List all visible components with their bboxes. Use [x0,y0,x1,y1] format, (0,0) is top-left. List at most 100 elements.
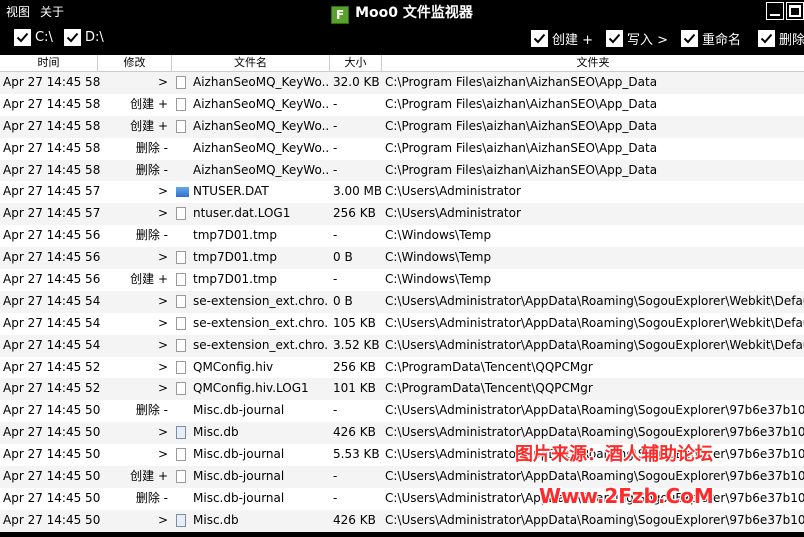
row-time: Apr 27 14:45 58 [3,140,101,155]
checkbox-check-icon[interactable] [606,30,623,47]
row-filename: AizhanSeoMQ_KeyWo... [193,140,328,155]
row-path: C:\Users\Administrator\AppData\Roaming\S… [385,315,804,330]
file-icon [176,448,186,462]
file-icon [176,382,186,396]
row-size: 105 KB [333,315,376,330]
row-path: C:\Windows\Temp [385,228,492,243]
row-filename: Misc.db-journal [193,490,285,505]
filter-create-checkbox[interactable]: 创建 + [531,29,593,48]
file-icon [176,76,186,89]
row-time: Apr 27 14:45 58 [3,96,101,111]
row-filename: se-extension_ext.chro... [193,337,328,352]
row-modify: > [157,184,168,199]
table-row[interactable]: Apr 27 14:45 58 删除 - AizhanSeoMQ_KeyWo... -… [0,137,804,160]
row-icon-cell [176,181,190,203]
row-time: Apr 27 14:45 56 [3,272,101,287]
checkbox-check-icon[interactable] [64,29,81,46]
row-path: C:\Windows\Temp [385,272,492,287]
filter-delete-label: 删除 [779,33,804,48]
filter-delete-checkbox[interactable]: 删除 [758,29,804,48]
row-path: C:\ProgramData\Tencent\QQPCMgr [385,381,593,396]
row-time: Apr 27 14:45 50 [3,425,101,440]
table-row[interactable]: Apr 27 14:45 58 > AizhanSeoMQ_KeyWo... 32.0… [0,72,804,94]
row-size: 3.52 KB [333,337,380,352]
row-icon-cell [176,291,190,313]
table-row[interactable]: Apr 27 14:45 50 > Misc.db-journal 5.53 KB C:… [0,444,804,467]
row-filename: tmp7D01.tmp [193,250,277,265]
table-row[interactable]: Apr 27 14:45 50 > Misc.db 426 KB C:\Users\Ad… [0,422,804,445]
drive-c-checkbox[interactable]: C:\ [14,29,53,46]
table-row[interactable]: Apr 27 14:45 56 创建 + tmp7D01.tmp - C:\Window… [0,269,804,291]
drive-d-checkbox[interactable]: D:\ [64,29,104,46]
table-row[interactable]: Apr 27 14:45 57 > NTUSER.DAT 3.00 MB C:\User… [0,181,804,204]
row-time: Apr 27 14:45 50 [3,469,101,484]
row-filename: AizhanSeoMQ_KeyWo... [193,162,328,177]
table-row[interactable]: Apr 27 14:45 52 > QMConfig.hiv 256 KB C:\Pro… [0,356,804,379]
row-time: Apr 27 14:45 57 [3,184,101,199]
minimize-button[interactable] [766,2,784,20]
row-modify: > [157,206,168,221]
row-modify: > [157,425,168,440]
filter-rename-checkbox[interactable]: 重命名 [681,29,741,48]
column-header-path[interactable]: 文件夹 [382,55,804,71]
event-list[interactable]: Apr 27 14:45 58 > AizhanSeoMQ_KeyWo... 32.0… [0,72,804,537]
column-header-modify[interactable]: 修改 [98,55,172,71]
row-icon-cell [176,488,190,510]
row-size: 0 B [333,250,353,265]
row-modify: 创建 + [130,469,168,484]
column-header-time[interactable]: 时间 [0,55,98,71]
row-size: - [333,228,338,243]
table-row[interactable]: Apr 27 14:45 54 > se-extension_ext.chro...… [0,290,804,313]
file-icon [176,251,186,265]
table-row[interactable]: Apr 27 14:45 56 删除 - tmp7D01.tmp - C:\Window… [0,225,804,248]
row-time: Apr 27 14:45 57 [3,206,101,221]
row-path: C:\Windows\Temp [385,250,492,265]
maximize-button[interactable] [786,2,804,20]
row-path: C:\ProgramData\Tencent\QQPCMgr [385,359,593,374]
table-row[interactable]: Apr 27 14:45 58 删除 - AizhanSeoMQ_KeyWo... -… [0,159,804,182]
checkbox-check-icon[interactable] [14,29,31,46]
row-time: Apr 27 14:45 54 [3,293,101,308]
checkbox-check-icon[interactable] [531,30,548,47]
row-size: - [333,118,338,133]
row-size: - [333,140,338,155]
table-row[interactable]: Apr 27 14:45 56 > tmp7D01.tmp 0 B C:\Windows… [0,247,804,270]
table-row[interactable]: Apr 27 14:45 50 > Misc.db 426 KB C:\Users\Ad… [0,509,804,532]
row-filename: AizhanSeoMQ_KeyWo... [193,75,328,89]
row-icon-cell [176,160,190,182]
row-time: Apr 27 14:45 58 [3,118,101,133]
row-modify: 删除 - [135,162,168,177]
table-row[interactable]: Apr 27 14:45 50 删除 - Misc.db-journal - C:\Us… [0,487,804,510]
row-size: 3.00 MB [333,184,381,199]
checkbox-check-icon[interactable] [758,30,775,47]
row-size: 32.0 KB [333,75,380,89]
checkbox-check-icon[interactable] [681,30,698,47]
file-icon [176,338,186,352]
filter-bar: C:\ D:\ 创建 + 写入 > 重命名 删除 [0,24,804,54]
row-path: C:\Users\Administrator\AppData\Roaming\S… [385,403,804,418]
table-row[interactable]: Apr 27 14:45 57 > ntuser.dat.LOG1 256 KB C:\… [0,203,804,226]
table-row[interactable]: Apr 27 14:45 50 创建 + Misc.db-journal - C:\Us… [0,466,804,488]
file-icon [176,470,186,484]
row-path: C:\Program Files\aizhan\AizhanSEO\App_Da… [385,162,658,177]
row-time: Apr 27 14:45 56 [3,250,101,265]
filter-write-checkbox[interactable]: 写入 > [606,29,668,48]
table-row[interactable]: Apr 27 14:45 58 创建 + AizhanSeoMQ_KeyWo... -… [0,115,804,138]
table-row[interactable]: Apr 27 14:45 54 > se-extension_ext.chro...… [0,334,804,357]
row-time: Apr 27 14:45 50 [3,403,101,418]
table-row[interactable]: Apr 27 14:45 50 删除 - Misc.db-journal - C:\Us… [0,400,804,423]
row-path: C:\Program Files\aizhan\AizhanSEO\App_Da… [385,96,658,111]
table-row[interactable]: Apr 27 14:45 52 > QMConfig.hiv.LOG1 101 KB C… [0,378,804,401]
file-icon [176,119,186,133]
column-header-name[interactable]: 文件名 [172,55,330,71]
table-row[interactable]: Apr 27 14:45 54 > se-extension_ext.chro...… [0,312,804,335]
row-icon-cell [176,444,190,466]
column-header-size[interactable]: 大小 [330,55,382,71]
row-icon-cell [176,138,190,160]
row-filename: Misc.db-journal [193,447,285,462]
table-row[interactable]: Apr 27 14:45 58 创建 + AizhanSeoMQ_KeyWo... -… [0,93,804,116]
row-time: Apr 27 14:45 52 [3,359,101,374]
row-filename: tmp7D01.tmp [193,228,277,243]
row-path: C:\Users\Administrator\AppData\Roaming\S… [385,293,804,308]
row-path: C:\Program Files\aizhan\AizhanSEO\App_Da… [385,140,658,155]
